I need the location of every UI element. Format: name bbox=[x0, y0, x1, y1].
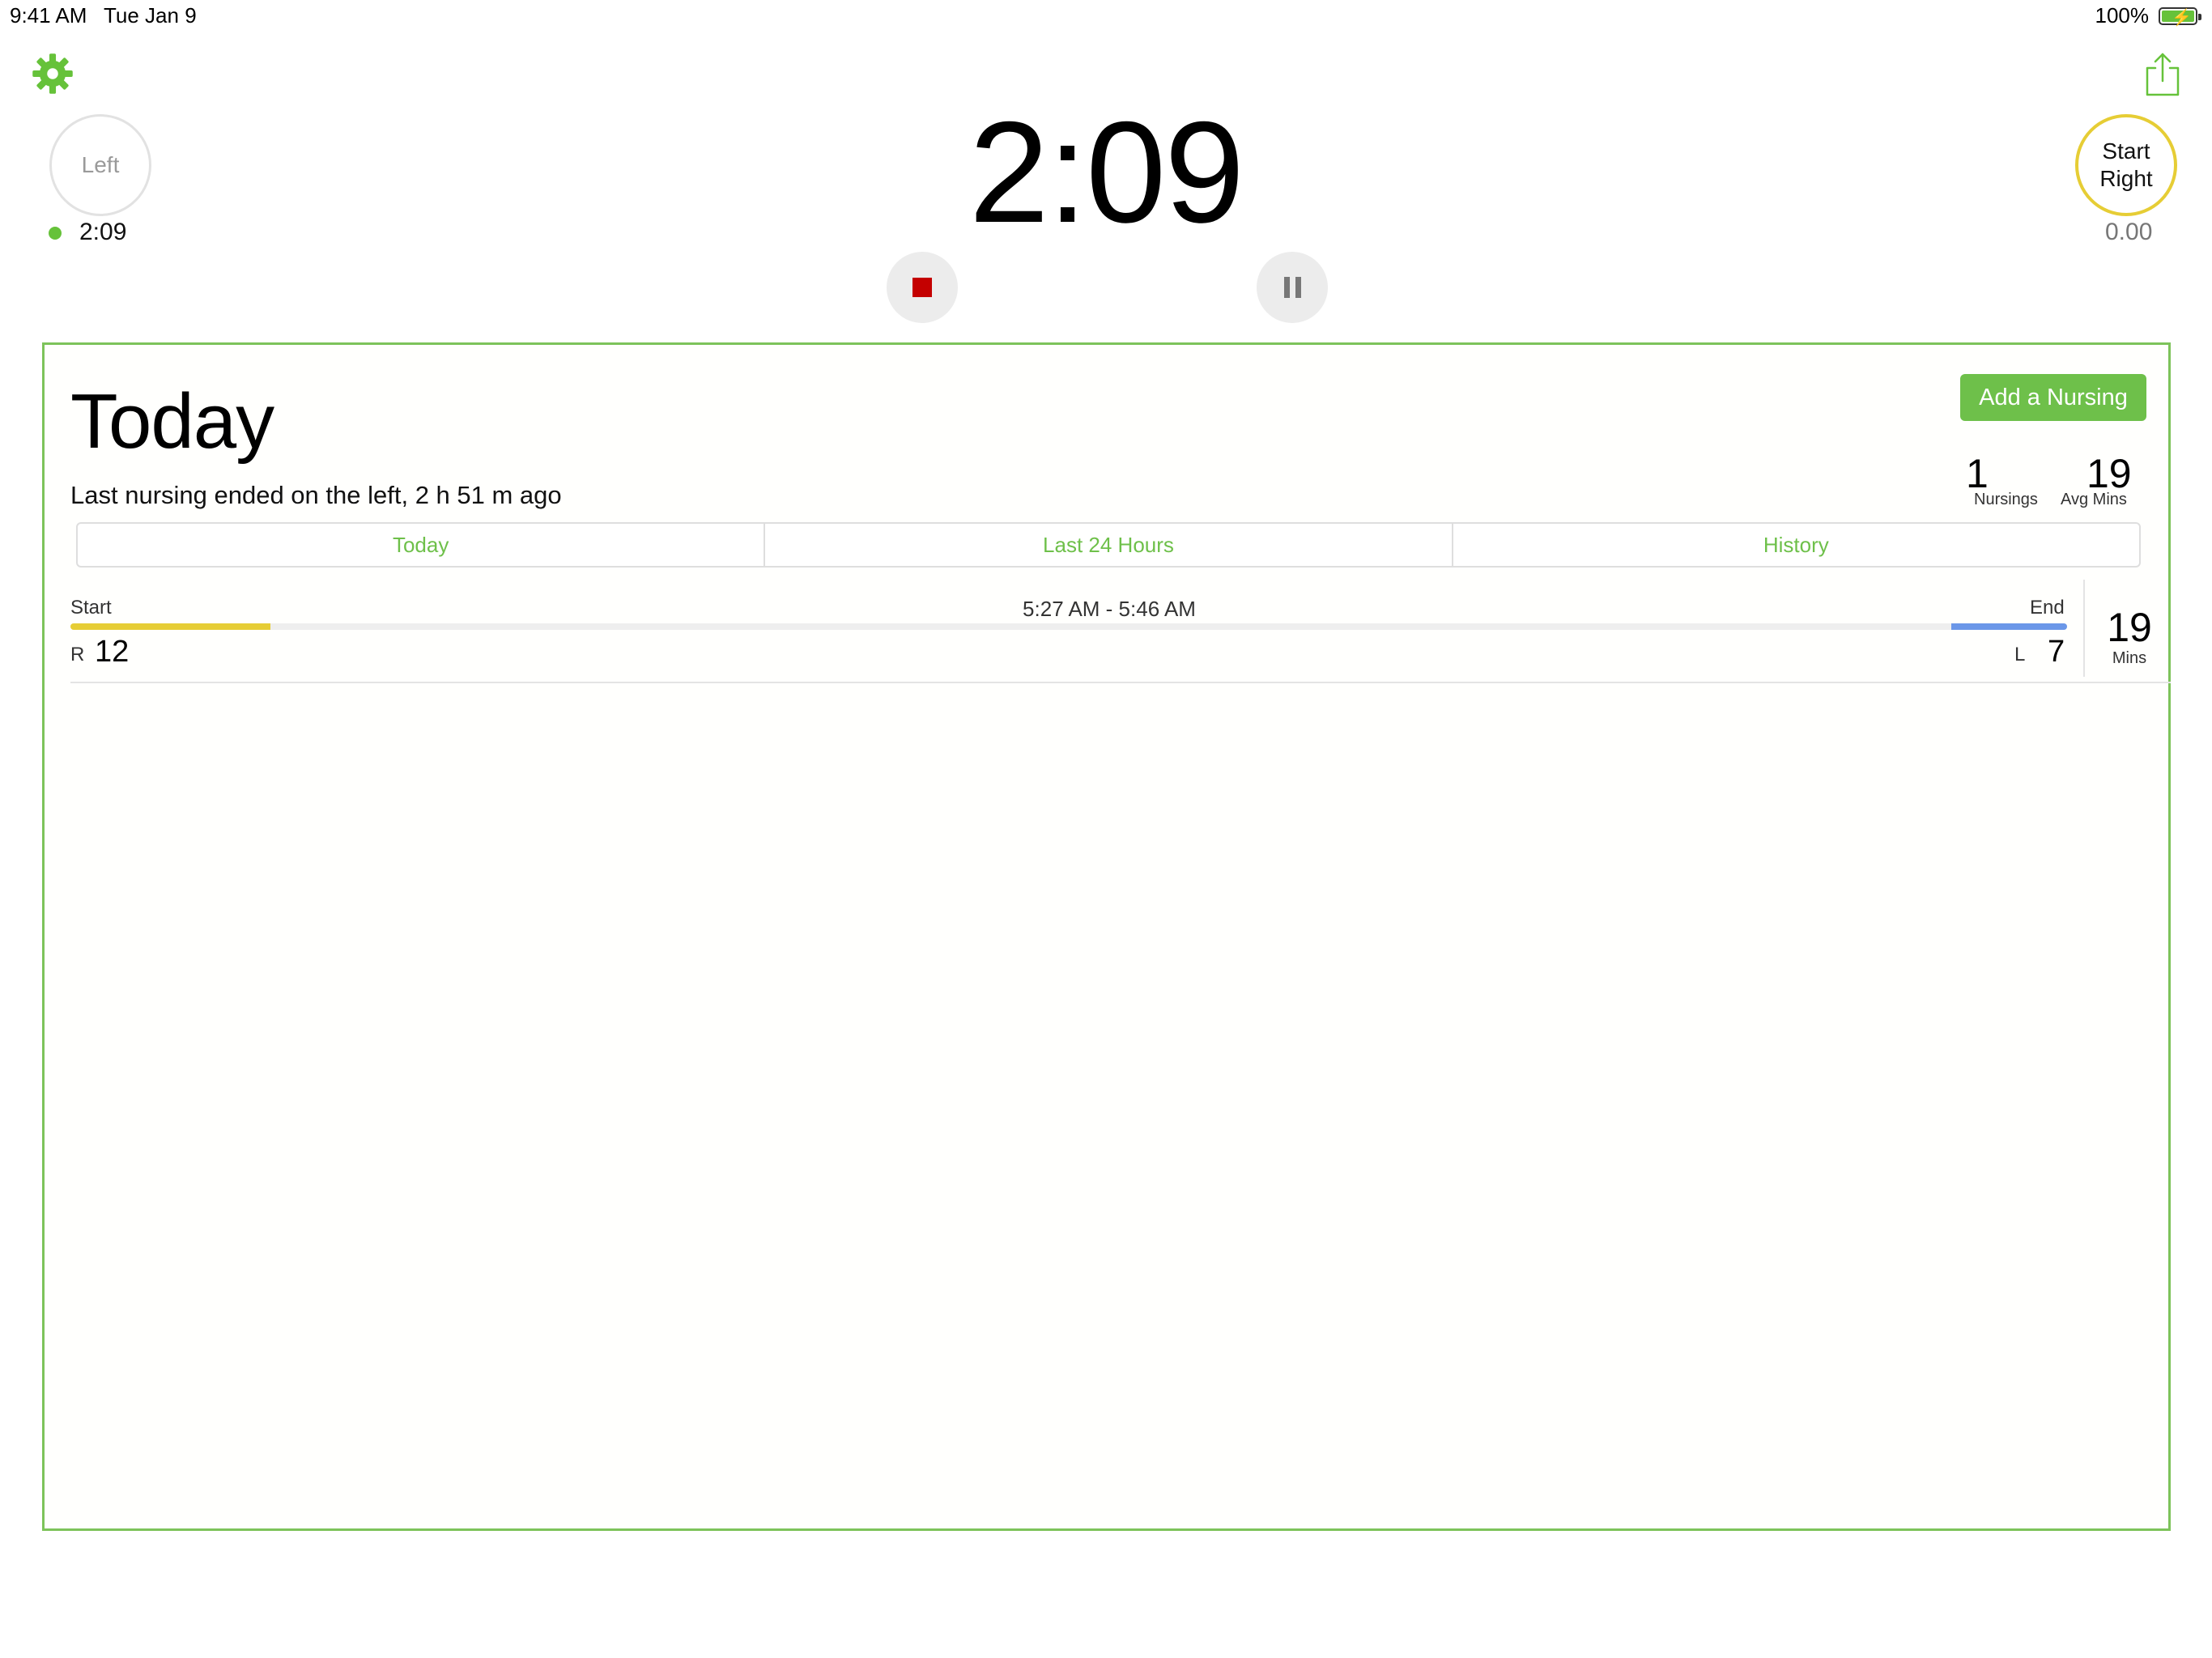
session-start-label: Start bbox=[70, 597, 112, 619]
battery-icon: ⚡ bbox=[2159, 7, 2201, 27]
stop-button[interactable] bbox=[887, 252, 958, 323]
last-nursing-summary: Last nursing ended on the left, 2 h 51 m… bbox=[70, 481, 562, 509]
active-indicator-dot bbox=[49, 227, 62, 240]
avg-mins-label: Avg Mins bbox=[2061, 491, 2127, 508]
main-timer: 2:09 bbox=[968, 91, 1244, 253]
status-time: 9:41 AM bbox=[10, 3, 87, 28]
second-side-letter: L bbox=[2014, 644, 2026, 665]
first-side-minutes: 12 bbox=[95, 635, 130, 669]
pause-icon bbox=[1283, 277, 1290, 298]
left-side-button[interactable]: Left bbox=[49, 114, 151, 216]
row-divider bbox=[2083, 580, 2085, 677]
tab-history[interactable]: History bbox=[1453, 524, 2139, 566]
panel-title: Today bbox=[70, 378, 274, 465]
tab-today[interactable]: Today bbox=[78, 524, 766, 566]
right-side-time: 0.00 bbox=[2105, 219, 2153, 245]
second-side-minutes: 7 bbox=[2048, 635, 2065, 669]
session-time-range[interactable]: 5:27 AM - 5:46 AM bbox=[854, 597, 1364, 622]
status-date: Tue Jan 9 bbox=[104, 3, 197, 28]
left-side-time: 2:09 bbox=[79, 219, 127, 245]
start-right-label-line1: Start bbox=[2102, 138, 2150, 164]
right-side-segment bbox=[70, 623, 270, 630]
pause-button[interactable] bbox=[1257, 252, 1328, 323]
start-right-label-line2: Right bbox=[2099, 166, 2153, 191]
stop-icon bbox=[912, 278, 932, 297]
start-right-button[interactable]: Start Right bbox=[2075, 114, 2177, 216]
nursing-panel: Today Last nursing ended on the left, 2 … bbox=[42, 342, 2171, 1531]
add-nursing-button[interactable]: Add a Nursing bbox=[1960, 374, 2146, 421]
gear-icon[interactable] bbox=[31, 52, 74, 96]
range-tabs: Today Last 24 Hours History bbox=[76, 522, 2141, 568]
session-end-label: End bbox=[2030, 597, 2065, 619]
left-side-label: Left bbox=[81, 152, 120, 177]
nursings-label: Nursings bbox=[1974, 491, 2038, 508]
battery-percentage: 100% bbox=[2095, 3, 2150, 28]
share-icon[interactable] bbox=[2144, 52, 2181, 97]
session-total-label: Mins bbox=[2112, 649, 2147, 667]
session-total-mins: 19 bbox=[2107, 605, 2152, 650]
first-side-letter: R bbox=[70, 644, 85, 665]
row-separator bbox=[70, 682, 2171, 683]
tab-last-24-hours[interactable]: Last 24 Hours bbox=[765, 524, 1453, 566]
session-timeline-track bbox=[70, 623, 2067, 630]
left-side-segment bbox=[1950, 623, 2067, 630]
